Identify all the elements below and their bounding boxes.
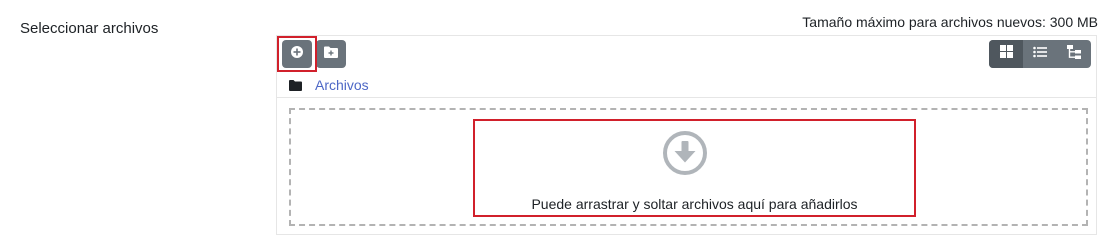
folder-icon [289,79,303,91]
path-bar: Archivos [277,73,1096,98]
arrow-down-circle-icon [662,130,708,176]
grid-icon [999,44,1013,63]
view-tree-button[interactable] [1057,40,1091,68]
tree-icon [1067,44,1081,64]
list-icon [1033,45,1047,63]
file-picker-toolbar: Archivos [277,36,1096,98]
max-size-text: Tamaño máximo para archivos nuevos: 300 … [802,14,1098,30]
view-switcher [989,40,1091,68]
path-link-archivos[interactable]: Archivos [315,77,369,93]
field-label: Seleccionar archivos [20,20,159,37]
view-icons-button[interactable] [989,40,1023,68]
view-list-button[interactable] [1023,40,1057,68]
folder-plus-icon [324,45,338,63]
create-folder-button[interactable] [316,40,346,68]
add-button-highlight [277,36,317,72]
dropzone-text: Puede arrastrar y soltar archivos aquí p… [531,196,858,212]
